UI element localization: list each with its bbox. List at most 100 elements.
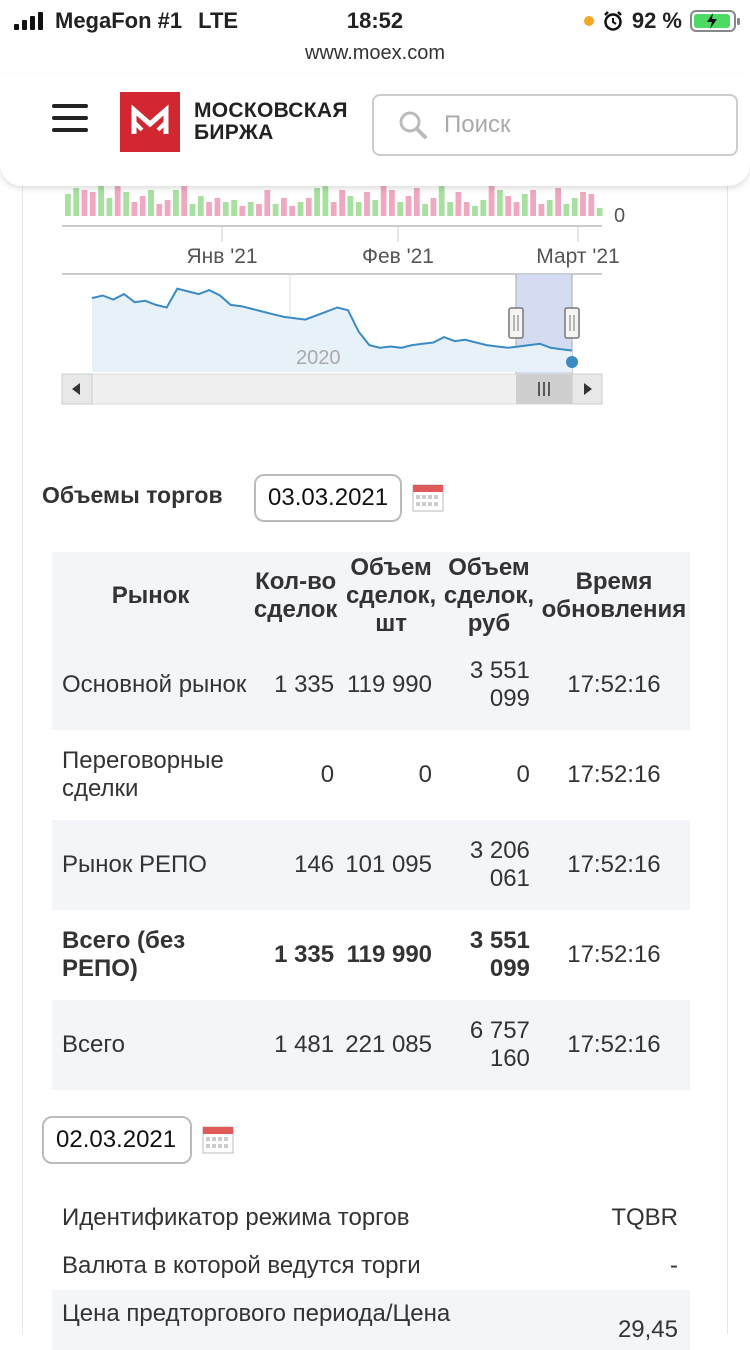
- volume-bar: [281, 198, 287, 216]
- navigator-right-handle[interactable]: [564, 307, 580, 339]
- volumes-title: Объемы торгов: [42, 482, 223, 508]
- volume-bar: [148, 190, 154, 216]
- cell-deals: 1 481: [249, 1000, 343, 1090]
- volume-bar: [530, 190, 536, 216]
- volume-bar: [497, 190, 503, 216]
- info-label: Валюта в которой ведутся торги: [62, 1252, 421, 1279]
- cell-time: 17:52:16: [537, 1000, 690, 1090]
- cell-rub: 0: [516, 761, 530, 788]
- volume-bars: [65, 184, 603, 216]
- info-value: TQBR: [611, 1204, 678, 1231]
- volume-bar: [355, 202, 362, 216]
- cell-deals: 0: [320, 761, 335, 788]
- volume-bar: [231, 200, 237, 216]
- cell-market: Всего (без РЕПО): [62, 927, 186, 982]
- volume-bar: [397, 202, 404, 216]
- volume-bar: [588, 194, 595, 216]
- column-header-qty: Объем сделок, шт: [342, 552, 441, 640]
- volume-bar: [455, 192, 462, 216]
- volume-bar: [513, 202, 520, 216]
- calendar-icon[interactable]: [412, 484, 444, 512]
- column-header-market: Рынок: [52, 552, 250, 640]
- table-row: Основной рынок 1 335 119 990 3 551 099 1…: [52, 640, 690, 730]
- x-tick-label: Фев '21: [362, 245, 434, 268]
- calendar-icon[interactable]: [202, 1126, 234, 1154]
- cell-qty: 119 990: [346, 941, 433, 968]
- moex-logo-icon[interactable]: [120, 92, 180, 152]
- navigator-year-label: 2020: [296, 347, 341, 369]
- volume-bar: [89, 192, 96, 216]
- cell-rub: 3 551 099: [440, 640, 538, 730]
- volume-bar: [521, 194, 528, 216]
- volume-bar: [372, 200, 379, 216]
- info-row: Валюта в которой ведутся торги -: [52, 1242, 690, 1290]
- volume-bar: [430, 198, 437, 216]
- volumes-table: Рынок Кол-во сделок Объем сделок, шт Объ…: [52, 552, 690, 1090]
- volume-bar: [81, 190, 88, 216]
- volume-bar: [297, 202, 304, 216]
- volume-bar: [156, 204, 163, 216]
- volume-bar: [422, 204, 428, 216]
- search-input[interactable]: [442, 110, 696, 140]
- volume-bar: [463, 202, 470, 216]
- volume-bar: [347, 196, 354, 216]
- volume-bar: [114, 186, 121, 216]
- logo-text[interactable]: МОСКОВСКАЯ БИРЖА: [194, 100, 348, 144]
- volume-date-input[interactable]: 03.03.2021: [254, 474, 402, 522]
- table-row: Переговорные сделки 0 0 0 17:52:16: [52, 730, 690, 820]
- info-row: Идентификатор режима торгов TQBR: [52, 1194, 690, 1242]
- menu-icon[interactable]: [52, 104, 88, 134]
- column-header-rub: Объем сделок, руб: [440, 552, 538, 640]
- volume-bar: [389, 190, 395, 216]
- info-date-input[interactable]: 02.03.2021: [42, 1116, 192, 1164]
- volume-bar: [131, 202, 138, 216]
- volume-bar: [164, 200, 171, 216]
- price-chart[interactable]: 0 Янв '21 Фев '21 Март '21 2020: [0, 0, 750, 420]
- cell-rub: 6 757 160: [440, 1000, 538, 1090]
- volume-bar: [480, 200, 487, 216]
- navigator-left-handle[interactable]: [508, 307, 524, 339]
- logo-line2: БИРЖА: [194, 121, 274, 144]
- volume-bar: [472, 206, 478, 216]
- search-icon: [399, 111, 427, 139]
- volume-axis-label: 0: [614, 205, 625, 227]
- volume-bar: [189, 204, 196, 216]
- info-value: 29,45: [617, 1316, 678, 1343]
- volume-bar: [65, 194, 71, 216]
- cell-deals: 1 335: [274, 941, 335, 968]
- volume-bar: [546, 200, 553, 216]
- cell-time: 17:52:16: [567, 761, 661, 788]
- cell-market: Переговорные сделки: [62, 747, 224, 802]
- volume-bar: [139, 196, 146, 216]
- volume-bar: [272, 204, 279, 216]
- volume-bar: [289, 206, 296, 216]
- volume-bar: [330, 202, 337, 216]
- volume-bar: [380, 186, 387, 216]
- cell-rub: 3 551 099: [469, 927, 530, 982]
- column-header-time: Время обновления: [537, 552, 690, 640]
- cell-market: Всего: [52, 1000, 250, 1090]
- volume-bar: [538, 204, 545, 216]
- logo-line1: МОСКОВСКАЯ: [194, 99, 348, 122]
- info-label: Идентификатор режима торгов: [62, 1204, 410, 1231]
- volume-bar: [488, 186, 495, 216]
- volume-bar: [73, 188, 80, 216]
- table-row-total: Всего 1 481 221 085 6 757 160 17:52:16: [52, 1000, 690, 1090]
- table-row-total-no-repo: Всего (без РЕПО) 1 335 119 990 3 551 099…: [52, 910, 690, 1000]
- x-tick-label: Янв '21: [186, 245, 257, 268]
- search-box[interactable]: [372, 94, 738, 156]
- cell-time: 17:52:16: [537, 640, 690, 730]
- volume-bar: [256, 204, 262, 216]
- cell-deals: 1 335: [249, 640, 343, 730]
- cell-market: Основной рынок: [52, 640, 250, 730]
- security-info-table: Идентификатор режима торгов TQBR Валюта …: [52, 1194, 690, 1350]
- volume-bar: [413, 188, 420, 216]
- volume-bar: [563, 204, 570, 216]
- volume-bar: [405, 196, 412, 216]
- volume-bar: [447, 202, 453, 216]
- cell-qty: 119 990: [342, 640, 441, 730]
- volume-bar: [123, 192, 129, 216]
- volume-bar: [305, 198, 312, 216]
- volume-bar: [264, 190, 271, 216]
- volume-bar: [571, 198, 578, 216]
